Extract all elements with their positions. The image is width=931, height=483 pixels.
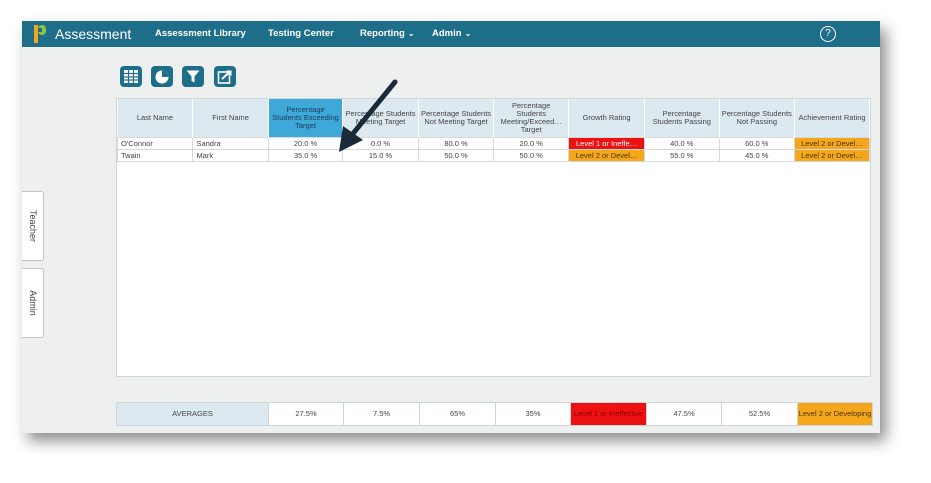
nav-reporting[interactable]: Reporting ⌄ — [360, 28, 415, 39]
help-icon[interactable]: ? — [820, 26, 836, 42]
average-cell: 52.5% — [721, 402, 798, 426]
header-row: Last Name First Name Percentage Students… — [117, 99, 870, 137]
table-cell: 20.0 % — [493, 136, 570, 150]
table-cell: 80.0 % — [417, 136, 495, 150]
average-rating-cell: Level 1 or Ineffective — [570, 402, 647, 426]
average-cell: 65% — [419, 402, 496, 426]
app-logo-icon — [34, 25, 46, 43]
column-header[interactable]: First Name — [192, 99, 269, 137]
nav-testing-center[interactable]: Testing Center — [268, 28, 334, 39]
annotation-arrow-icon — [339, 79, 398, 152]
average-cell: 27.5% — [268, 402, 344, 426]
tab-admin[interactable]: Admin — [22, 268, 44, 338]
rating-cell: Level 2 or Devel… — [794, 148, 870, 162]
nav-label: Reporting — [360, 28, 405, 39]
column-header[interactable]: Percentage Students Meeting/Exceed… Targ… — [493, 99, 570, 137]
table-cell: 50.0 % — [417, 148, 495, 162]
averages-row: AVERAGES 27.5% 7.5% 65% 35% Level 1 or Ineff… — [116, 402, 873, 426]
table-cell: O'Connor — [116, 136, 194, 150]
table-cell: 20.0 % — [267, 136, 344, 150]
averages-bar: AVERAGES 27.5% 7.5% 65% 35% Level 1 or Ineff… — [116, 402, 873, 426]
filter-icon — [186, 70, 200, 83]
results-table: Last Name First Name Percentage Students… — [116, 99, 870, 162]
nav-label: Assessment Library — [155, 28, 246, 39]
tab-label: Teacher — [28, 209, 38, 243]
chart-view-button[interactable] — [151, 66, 173, 87]
export-icon — [217, 70, 232, 84]
column-header[interactable]: Percentage Students Not Meeting Target — [418, 99, 495, 137]
average-cell: 47.5% — [646, 402, 722, 426]
column-header-highlighted[interactable]: Percentage Students Exceeding Target — [268, 99, 344, 137]
rating-cell: Level 1 or Ineffe… — [568, 136, 645, 150]
chevron-down-icon: ⌄ — [464, 29, 472, 38]
average-cell: 7.5% — [343, 402, 420, 426]
top-navigation-bar: Assessment Assessment Library Testing Ce… — [22, 21, 880, 47]
average-cell: 35% — [495, 402, 571, 426]
table-cell: Sandra — [192, 136, 269, 150]
rating-cell: Level 2 or Devel… — [568, 148, 645, 162]
nav-admin[interactable]: Admin ⌄ — [432, 28, 471, 39]
tab-teacher[interactable]: Teacher — [22, 191, 44, 261]
column-header[interactable]: Growth Rating — [568, 99, 645, 137]
table-cell: 45.0 % — [718, 148, 796, 162]
table-row[interactable]: O'Connor Sandra 20.0 % 0.0 % 80.0 % 20.0 % Lev… — [116, 136, 870, 150]
tab-label: Admin — [28, 290, 38, 316]
filter-button[interactable] — [182, 66, 204, 87]
column-header[interactable]: Last Name — [117, 99, 194, 137]
table-cell: 35.0 % — [267, 148, 344, 162]
app-window: Assessment Assessment Library Testing Ce… — [22, 21, 880, 433]
column-header[interactable]: Percentage Students Not Passing — [719, 99, 796, 137]
average-rating-cell: Level 2 or Developing — [797, 402, 873, 426]
averages-label: AVERAGES — [116, 402, 269, 426]
pie-chart-icon — [155, 70, 169, 84]
table-row[interactable]: Twain Mark 35.0 % 15.0 % 50.0 % 50.0 % Level 2… — [116, 148, 870, 162]
averages-table: AVERAGES 27.5% 7.5% 65% 35% Level 1 or Ineff… — [116, 402, 873, 426]
column-header[interactable]: Percentage Students Passing — [644, 99, 720, 137]
nav-assessment-library[interactable]: Assessment Library — [155, 28, 246, 39]
nav-label: Admin — [432, 28, 462, 39]
table-cell: Mark — [192, 148, 269, 162]
chevron-down-icon: ⌄ — [407, 29, 415, 38]
export-button[interactable] — [214, 66, 236, 87]
app-name[interactable]: Assessment — [55, 26, 131, 42]
grid-view-button[interactable] — [120, 66, 142, 87]
table-cell: 55.0 % — [644, 148, 720, 162]
table-cell: 60.0 % — [718, 136, 796, 150]
grid-table-icon — [124, 70, 138, 83]
table-cell: 50.0 % — [493, 148, 570, 162]
nav-label: Testing Center — [268, 28, 334, 39]
rating-cell: Level 2 or Devel… — [794, 136, 870, 150]
column-header[interactable]: Achievement Rating — [794, 99, 870, 137]
results-grid: Last Name First Name Percentage Students… — [116, 98, 871, 377]
table-cell: Twain — [116, 148, 194, 162]
table-cell: 40.0 % — [644, 136, 720, 150]
